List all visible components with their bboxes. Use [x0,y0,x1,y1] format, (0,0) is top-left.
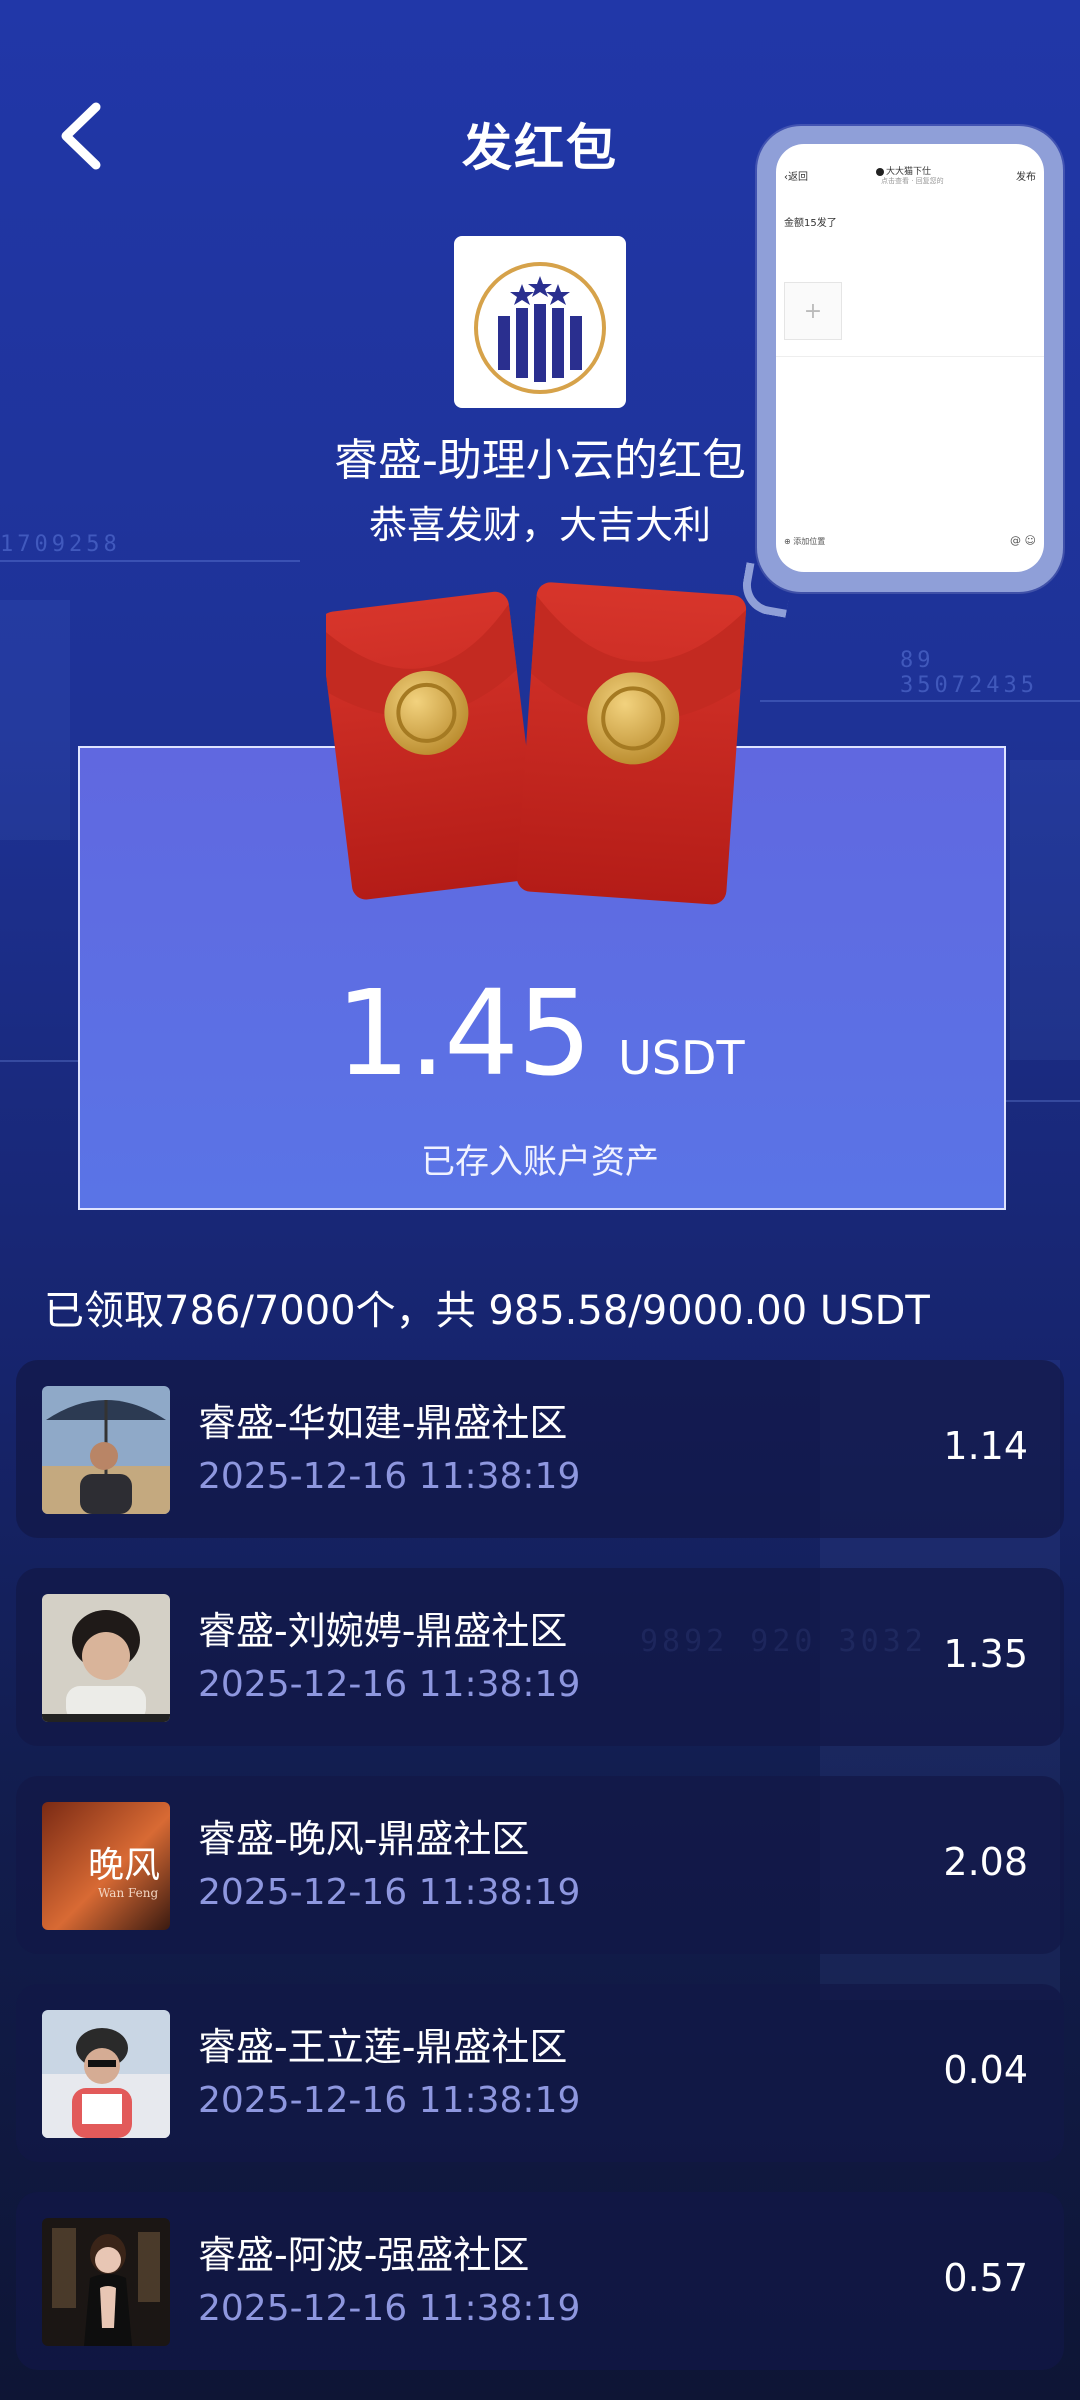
receiver-name: 睿盛-华如建-鼎盛社区 [198,1401,568,1445]
avatar [42,2010,170,2138]
deposit-note: 已存入账户资产 [421,1142,659,1182]
receive-time: 2025-12-16 11:38:19 [198,2080,581,2121]
amount-row: 1.45 USDT [0,964,1080,1102]
phone-post-text: 金额15发了 [784,218,837,229]
receive-time: 2025-12-16 11:38:19 [198,1872,581,1913]
avatar: 晚风 Wan Feng [42,1802,170,1930]
receive-amount: 0.57 [943,2256,1028,2300]
receive-time: 2025-12-16 11:38:19 [198,2288,581,2329]
avatar-subtitle: Wan Feng [98,1886,159,1900]
receiver-name: 睿盛-王立莲-鼎盛社区 [198,2025,568,2069]
list-item[interactable]: 晚风 Wan Feng 睿盛-晚风-鼎盛社区 2025-12-16 11:38:… [16,1776,1064,1954]
avatar [42,2218,170,2346]
avatar [42,1594,170,1722]
avatar [42,1386,170,1514]
phone-back-link: ‹返回 [784,172,808,183]
claim-summary: 已领取786/7000个，共 985.58/9000.00 USDT [44,1288,930,1334]
receiver-name: 睿盛-阿波-强盛社区 [198,2233,530,2277]
list-item[interactable]: 睿盛-刘婉娉-鼎盛社区 2025-12-16 11:38:19 1.35 [16,1568,1064,1746]
receive-amount: 1.14 [943,1424,1028,1468]
phone-divider [776,356,1044,357]
receiver-name: 睿盛-刘婉娉-鼎盛社区 [198,1609,568,1653]
list-item[interactable]: 睿盛-王立莲-鼎盛社区 2025-12-16 11:38:19 0.04 [16,1984,1064,2162]
receive-time: 2025-12-16 11:38:19 [198,1664,581,1705]
receive-amount: 2.08 [943,1840,1028,1884]
amount-unit: USDT [618,1031,745,1085]
list-item[interactable]: 睿盛-阿波-强盛社区 2025-12-16 11:38:19 0.57 [16,2192,1064,2370]
list-item[interactable]: 睿盛-华如建-鼎盛社区 2025-12-16 11:38:19 1.14 [16,1360,1064,1538]
phone-user-sub: 点击查看 · 回复您的 [881,177,944,185]
red-envelope-icon [320,570,756,930]
building-logo-icon [474,262,606,394]
receive-time: 2025-12-16 11:38:19 [198,1456,581,1497]
phone-publish-label: 发布 [1016,172,1036,183]
amount-value: 1.45 [335,964,592,1102]
avatar-title: 晚风 [88,1845,161,1886]
greeting-text: 恭喜发财，大吉大利 [368,503,711,547]
receiver-name: 睿盛-晚风-鼎盛社区 [198,1817,530,1861]
sender-name: 睿盛-助理小云的红包 [334,435,746,486]
receive-amount: 0.04 [943,2048,1028,2092]
sender-avatar [454,236,626,408]
phone-add-image-icon: + [784,282,842,340]
receive-amount: 1.35 [943,1632,1028,1676]
